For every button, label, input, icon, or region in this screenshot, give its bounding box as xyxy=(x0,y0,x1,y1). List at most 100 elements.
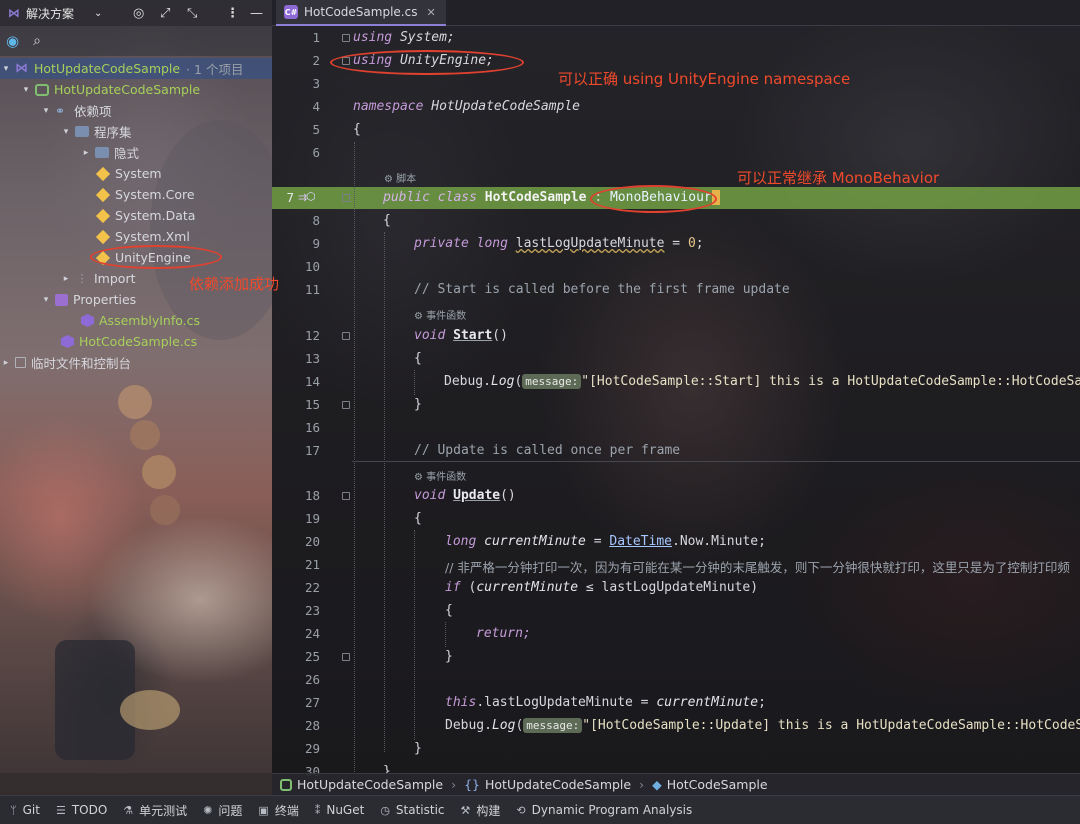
code-line[interactable]: return; xyxy=(476,626,531,641)
collapse-icon[interactable]: ⤡ xyxy=(187,6,197,21)
code-line[interactable]: Debug.Log(message: "[HotCodeSample::Updat… xyxy=(445,718,1080,733)
tree-item-implicit[interactable]: ▸ 隐式 xyxy=(0,142,272,163)
terminal-tool-button[interactable]: ▣ 终端 xyxy=(258,802,298,819)
fold-icon[interactable] xyxy=(342,653,350,661)
chevron-right-icon[interactable]: ▸ xyxy=(0,358,12,368)
close-icon[interactable]: ✕ xyxy=(426,6,435,19)
nuget-tool-button[interactable]: ⁑ NuGet xyxy=(315,803,364,817)
dependencies-label: 依赖项 xyxy=(74,104,112,119)
tree-item-reference[interactable]: System.Core xyxy=(0,184,272,205)
code-comment[interactable]: // Update is called once per frame xyxy=(414,443,680,458)
code-line[interactable]: } xyxy=(383,764,391,773)
annotation-oval-using xyxy=(330,50,524,75)
code-comment[interactable]: // Start is called before the first fram… xyxy=(414,282,790,297)
line-number: 24 xyxy=(304,626,320,641)
line-number: 6 xyxy=(312,145,320,160)
fold-icon[interactable] xyxy=(342,492,350,500)
chevron-right-icon[interactable]: ▸ xyxy=(60,274,72,284)
tree-item-reference[interactable]: System xyxy=(0,163,272,184)
code-line[interactable]: long currentMinute = DateTime.Now.Minute… xyxy=(445,534,766,549)
assembly-reference-icon xyxy=(95,208,111,223)
script-inlay-hint[interactable]: ⚙ 脚本 xyxy=(384,170,416,185)
statistic-icon: ◷ xyxy=(380,803,390,817)
problems-tool-button[interactable]: ✺ 问题 xyxy=(203,802,242,819)
line-number: 2 xyxy=(312,53,320,68)
editor-tab-bar: C# HotCodeSample.cs ✕ xyxy=(272,0,1080,26)
code-line[interactable]: { xyxy=(383,213,391,228)
breadcrumb: HotUpdateCodeSample › {} HotUpdateCodeSa… xyxy=(272,773,1080,795)
chevron-down-icon[interactable]: ▾ xyxy=(60,127,72,137)
tree-item-scratches[interactable]: ▸ 临时文件和控制台 xyxy=(0,352,272,373)
code-comment[interactable]: // 非严格一分钟打印一次，因为有可能在某一分钟的末尾触发，则下一分钟很快就打印… xyxy=(445,557,1070,576)
terminal-icon: ▣ xyxy=(258,803,269,817)
statistic-tool-button[interactable]: ◷ Statistic xyxy=(380,803,444,817)
code-line[interactable]: if (currentMinute ≤ lastLogUpdateMinute) xyxy=(445,580,758,595)
git-tool-button[interactable]: ᛘ Git xyxy=(10,803,40,817)
file-label: HotCodeSample.cs xyxy=(79,334,198,349)
more-options-icon[interactable]: ⋮ xyxy=(226,6,239,21)
breadcrumb-class[interactable]: ◆ HotCodeSample xyxy=(644,777,775,792)
fold-icon[interactable] xyxy=(342,332,350,340)
code-line[interactable]: { xyxy=(353,122,361,137)
event-function-inlay-hint[interactable]: ⚙ 事件函数 xyxy=(414,307,466,322)
search-icon[interactable]: ⌕ xyxy=(33,33,41,49)
tree-item-solution[interactable]: ▾ ⋈ HotUpdateCodeSample · 1 个项目 xyxy=(0,58,272,79)
assembly-reference-icon xyxy=(95,229,111,244)
line-number: 23 xyxy=(304,603,320,618)
dpa-tool-button[interactable]: ⟲ Dynamic Program Analysis xyxy=(516,803,692,817)
chevron-right-icon[interactable]: ▸ xyxy=(80,148,92,158)
code-line[interactable]: } xyxy=(414,741,422,756)
tree-item-assemblyinfo[interactable]: AssemblyInfo.cs xyxy=(0,310,272,331)
project-icon xyxy=(35,83,49,96)
target-icon[interactable]: ◎ xyxy=(133,6,144,21)
chevron-down-icon[interactable]: ▾ xyxy=(40,295,52,305)
code-line[interactable]: { xyxy=(445,603,453,618)
tree-item-reference[interactable]: System.Data xyxy=(0,205,272,226)
code-line[interactable]: } xyxy=(414,397,422,412)
line-number: 10 xyxy=(304,259,320,274)
chevron-down-icon[interactable]: ▾ xyxy=(40,106,52,116)
unity-gutter-icon[interactable]: ⬡ xyxy=(306,190,316,203)
code-line[interactable]: void Start() xyxy=(414,328,508,343)
code-line[interactable]: Debug.Log(message: "[HotCodeSample::Start… xyxy=(444,374,1080,389)
code-line[interactable]: this.lastLogUpdateMinute = currentMinute… xyxy=(445,695,766,710)
code-line[interactable]: void Update() xyxy=(414,488,516,503)
build-hammer-icon: ⚒ xyxy=(460,803,471,817)
code-line[interactable]: { xyxy=(414,511,422,526)
line-number: 1 xyxy=(312,30,320,45)
code-line[interactable]: { xyxy=(414,351,422,366)
code-line[interactable]: namespace HotUpdateCodeSample xyxy=(353,99,580,114)
tree-item-reference[interactable]: System.Xml xyxy=(0,226,272,247)
chevron-down-icon[interactable]: ▾ xyxy=(20,85,32,95)
annotation-inherit-note: 可以正常继承 MonoBehavior xyxy=(737,169,940,187)
csharp-file-icon xyxy=(61,335,74,348)
line-number: 25 xyxy=(304,649,320,664)
chevron-down-icon[interactable]: ▾ xyxy=(0,64,12,74)
tree-item-dependencies[interactable]: ▾ ⚭ 依赖项 xyxy=(0,100,272,121)
todo-tool-button[interactable]: ☰ TODO xyxy=(56,803,107,817)
fold-icon[interactable] xyxy=(342,194,350,202)
eye-icon[interactable]: ◉ xyxy=(6,32,19,50)
line-number: 17 xyxy=(304,443,320,458)
code-line[interactable]: private long lastLogUpdateMinute = 0; xyxy=(414,236,704,251)
implicit-label: 隐式 xyxy=(114,146,140,161)
expand-icon[interactable]: ⤢ xyxy=(160,6,170,21)
breadcrumb-namespace[interactable]: {} HotUpdateCodeSample xyxy=(456,777,639,792)
tree-item-assemblies[interactable]: ▾ 程序集 xyxy=(0,121,272,142)
tree-item-project[interactable]: ▾ HotUpdateCodeSample xyxy=(0,79,272,100)
code-line[interactable]: } xyxy=(445,649,453,664)
solution-view-selector[interactable]: ⋈ 解决方案 ⌄ xyxy=(8,5,102,22)
annotation-oval-unityengine xyxy=(90,245,222,269)
build-tool-button[interactable]: ⚒ 构建 xyxy=(461,802,501,819)
line-number: 7 xyxy=(286,190,294,205)
fold-icon[interactable] xyxy=(342,401,350,409)
tab-hotcodesample[interactable]: C# HotCodeSample.cs ✕ xyxy=(276,0,446,26)
minimize-icon[interactable]: — xyxy=(250,6,263,21)
unit-tests-tool-button[interactable]: ⚗ 单元测试 xyxy=(123,802,187,819)
code-line[interactable]: using System; xyxy=(353,30,455,45)
event-function-inlay-hint[interactable]: ⚙ 事件函数 xyxy=(414,468,466,483)
breadcrumb-project[interactable]: HotUpdateCodeSample xyxy=(272,777,451,792)
tree-item-hotcodesample[interactable]: HotCodeSample.cs xyxy=(0,331,272,352)
fold-icon[interactable] xyxy=(342,34,350,42)
tab-label: HotCodeSample.cs xyxy=(304,5,418,19)
